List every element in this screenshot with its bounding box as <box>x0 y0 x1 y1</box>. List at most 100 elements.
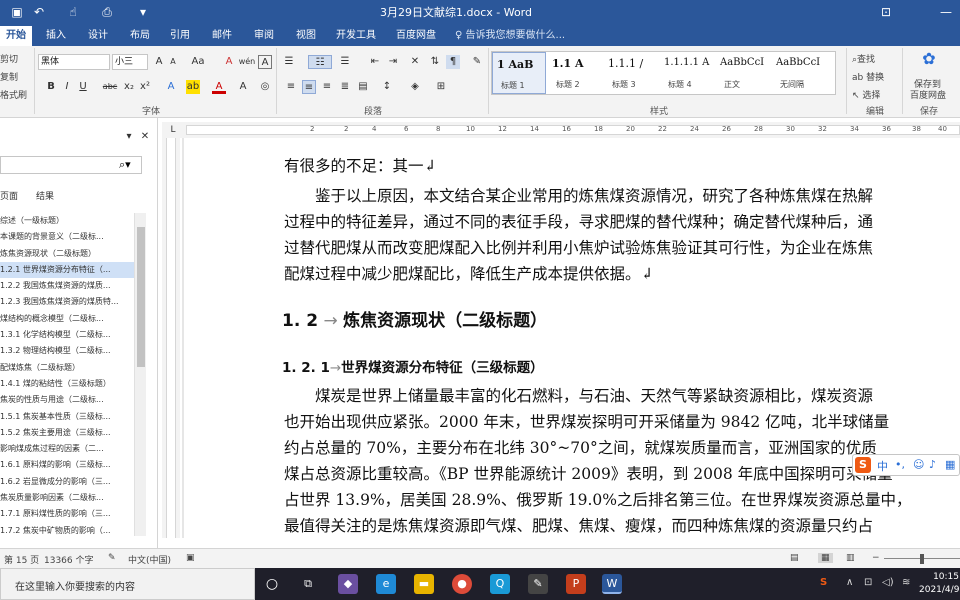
replace-button[interactable]: ab 替换 <box>852 70 884 83</box>
taskbar-clock[interactable]: 10:15 2021/4/9 <box>919 571 959 597</box>
nav-heading-item[interactable]: 1.7.1 原料煤性质的影响（三... <box>0 506 146 522</box>
body-line[interactable]: 过替代肥煤从而改变肥煤配入比例并利用小焦炉试验炼焦验证其可行性，为企业在炼焦 <box>284 236 873 258</box>
undo-icon[interactable]: ↶ <box>30 3 48 21</box>
body-line[interactable]: 约占总量的 70%，主要分布在北纬 30°~70°之间，就煤炭质量而言，亚洲国家… <box>284 436 877 458</box>
edge-icon[interactable]: e <box>376 574 396 594</box>
numbering-icon[interactable]: ☷ <box>308 55 332 69</box>
tell-me-box[interactable]: ♀ 告诉我您想要做什么... <box>455 26 565 46</box>
select-button[interactable]: ↖ 选择 <box>852 88 880 101</box>
superscript-button[interactable]: x² <box>138 80 152 94</box>
tab-insert[interactable]: 插入 <box>40 26 72 46</box>
dropdown-icon[interactable]: ▾ <box>122 130 136 144</box>
nav-scrollbar[interactable] <box>134 213 146 536</box>
nav-heading-item[interactable]: 1.2.2 我国炼焦煤资源的煤质... <box>0 278 146 294</box>
tab-home[interactable]: 开始 <box>0 26 32 46</box>
sogou-tray-icon[interactable]: S <box>820 577 827 588</box>
justify-icon[interactable]: ≣ <box>338 80 352 94</box>
shrink-font-icon[interactable]: A <box>166 55 180 69</box>
read-mode-icon[interactable]: ▤ <box>790 553 799 563</box>
decrease-indent-icon[interactable]: ⇤ <box>368 55 382 69</box>
tab-references[interactable]: 引用 <box>164 26 196 46</box>
copy-button[interactable]: 复制 <box>0 70 18 83</box>
paragraph-shading-icon[interactable]: ◈ <box>408 80 422 94</box>
find-button[interactable]: ⌕查找 <box>852 52 875 65</box>
save-icon[interactable]: ▣ <box>8 3 26 21</box>
phonetic-guide-icon[interactable]: wén <box>238 55 256 69</box>
chrome-icon[interactable]: ● <box>452 574 472 594</box>
enclose-char-icon[interactable]: ◎ <box>258 80 272 94</box>
tab-review[interactable]: 审阅 <box>248 26 280 46</box>
nav-heading-item[interactable]: 焦炭质量影响因素（二级标... <box>0 490 146 506</box>
macro-icon[interactable]: ▣ <box>186 553 195 563</box>
zoom-thumb[interactable] <box>920 554 924 564</box>
app-icon[interactable]: ✎ <box>528 574 548 594</box>
nav-heading-item[interactable]: 1.6.1 原料煤的影响（三级标... <box>0 457 146 473</box>
align-left-icon[interactable]: ≡ <box>284 80 298 94</box>
proofing-icon[interactable]: ✎ <box>108 553 116 563</box>
ribbon-display-icon[interactable]: ⊡ <box>876 3 896 21</box>
subscript-button[interactable]: x₂ <box>122 80 136 94</box>
heading-2[interactable]: 1. 2 → 炼焦资源现状（二级标题） <box>282 306 547 331</box>
microphone-icon[interactable]: ♪ <box>929 458 936 471</box>
volume-icon[interactable]: ◁) <box>882 577 894 588</box>
borders-icon[interactable]: ⊞ <box>434 80 448 94</box>
text-effects-icon[interactable]: A <box>164 80 178 94</box>
sogou-logo-icon[interactable]: S <box>855 457 871 473</box>
touch-mode-icon[interactable]: ☝ <box>64 3 82 21</box>
document-area[interactable]: 有很多的不足：其一↲ 鉴于以上原因，本文结合某企业常用的炼焦煤资源情况，研究了各… <box>182 138 960 538</box>
language[interactable]: 中文(中国) <box>128 553 171 566</box>
tab-results[interactable]: 结果 <box>36 189 54 202</box>
app-icon[interactable]: Q <box>490 574 510 594</box>
style-heading-3[interactable]: 1.1.1 / 标题 3 <box>604 52 658 94</box>
nav-heading-item[interactable]: 配煤炼焦（二级标题） <box>0 360 146 376</box>
vertical-ruler[interactable] <box>162 138 180 538</box>
nav-heading-item[interactable]: 1.3.2 物理结构模型（二级标... <box>0 343 146 359</box>
nav-heading-item[interactable]: 煤结构的概念模型（二级标... <box>0 311 146 327</box>
body-line[interactable]: 配煤过程中减少肥煤配比，降低生产成本提供依据。↲ <box>284 262 654 284</box>
heading-3[interactable]: 1. 2. 1→世界煤资源分布特征（三级标题） <box>282 356 544 376</box>
document-page[interactable]: 有很多的不足：其一↲ 鉴于以上原因，本文结合某企业常用的炼焦煤资源情况，研究了各… <box>184 138 960 538</box>
show-marks-icon[interactable]: ¶ <box>446 55 460 69</box>
clear-format-icon[interactable]: A <box>222 55 236 69</box>
nav-heading-item[interactable]: 1.5.2 焦炭主要用途（三级标... <box>0 425 146 441</box>
powerpoint-icon[interactable]: P <box>566 574 586 594</box>
close-icon[interactable]: ✕ <box>138 130 152 144</box>
body-line[interactable]: 鉴于以上原因，本文结合某企业常用的炼焦煤资源情况，研究了各种炼焦煤在热解 <box>284 184 873 206</box>
page-count[interactable]: 第 15 页 <box>4 553 39 566</box>
nav-heading-item[interactable]: 1.4.1 煤的粘结性（三级标题） <box>0 376 146 392</box>
word-count[interactable]: 13366 个字 <box>44 553 94 566</box>
shading-icon[interactable]: A <box>236 80 250 94</box>
body-line[interactable]: 煤占总资源比重较高。《BP 世界能源统计 2009》表明，到 2008 年底中国… <box>284 462 893 484</box>
font-size-box[interactable]: 小三 <box>112 54 148 70</box>
app-icon[interactable]: ◆ <box>338 574 358 594</box>
font-color-icon[interactable]: A <box>212 80 226 94</box>
punctuation-icon[interactable]: •, <box>895 458 905 471</box>
nav-heading-item[interactable]: 焦炭的性质与用途（二级标... <box>0 392 146 408</box>
print-preview-icon[interactable]: ⎙ <box>98 3 116 21</box>
save-to-label-2[interactable]: 百度网盘 <box>910 88 946 101</box>
nav-heading-item[interactable]: 综述（一级标题） <box>0 213 146 229</box>
nav-heading-item[interactable]: 1.6.2 岩显微成分的影响（三... <box>0 474 146 490</box>
ime-toolbar[interactable]: S 中 •, ☺ ♪ ▦ <box>852 454 960 476</box>
network-icon[interactable]: ⊡ <box>864 577 872 588</box>
style-heading-1[interactable]: 1 AaB 标题 1 <box>492 52 546 94</box>
multilevel-list-icon[interactable]: ☰ <box>338 55 352 69</box>
nav-heading-item[interactable]: 1.2.3 我国炼焦煤资源的煤质特... <box>0 294 146 310</box>
body-line[interactable]: 过程中的特征差异，通过不同的表征手段，寻求肥煤的替代煤种；确定替代煤种后，通 <box>284 210 873 232</box>
tab-layout[interactable]: 布局 <box>124 26 156 46</box>
scroll-thumb[interactable] <box>137 227 145 367</box>
nav-heading-item[interactable]: 炼焦资源现状（二级标题） <box>0 246 146 262</box>
tab-baidu-netdisk[interactable]: 百度网盘 <box>390 26 442 46</box>
task-view-icon[interactable]: ⧉ <box>298 574 318 594</box>
print-layout-icon[interactable]: ▦ <box>818 553 833 563</box>
line-spacing-icon[interactable]: ↕ <box>380 80 394 94</box>
style-no-spacing[interactable]: AaBbCcI 无间隔 <box>772 52 826 94</box>
sort-icon[interactable]: ⇅ <box>428 55 442 69</box>
bold-button[interactable]: B <box>44 80 58 94</box>
word-icon[interactable]: W <box>602 574 622 594</box>
font-name-box[interactable]: 黑体 <box>38 54 110 70</box>
wifi-icon[interactable]: ≋ <box>902 577 910 588</box>
increase-indent-icon[interactable]: ⇥ <box>386 55 400 69</box>
body-line[interactable]: 煤炭是世界上储量最丰富的化石燃料，与石油、天然气等紧缺资源相比，煤炭资源 <box>284 384 873 406</box>
tab-mailings[interactable]: 邮件 <box>206 26 238 46</box>
